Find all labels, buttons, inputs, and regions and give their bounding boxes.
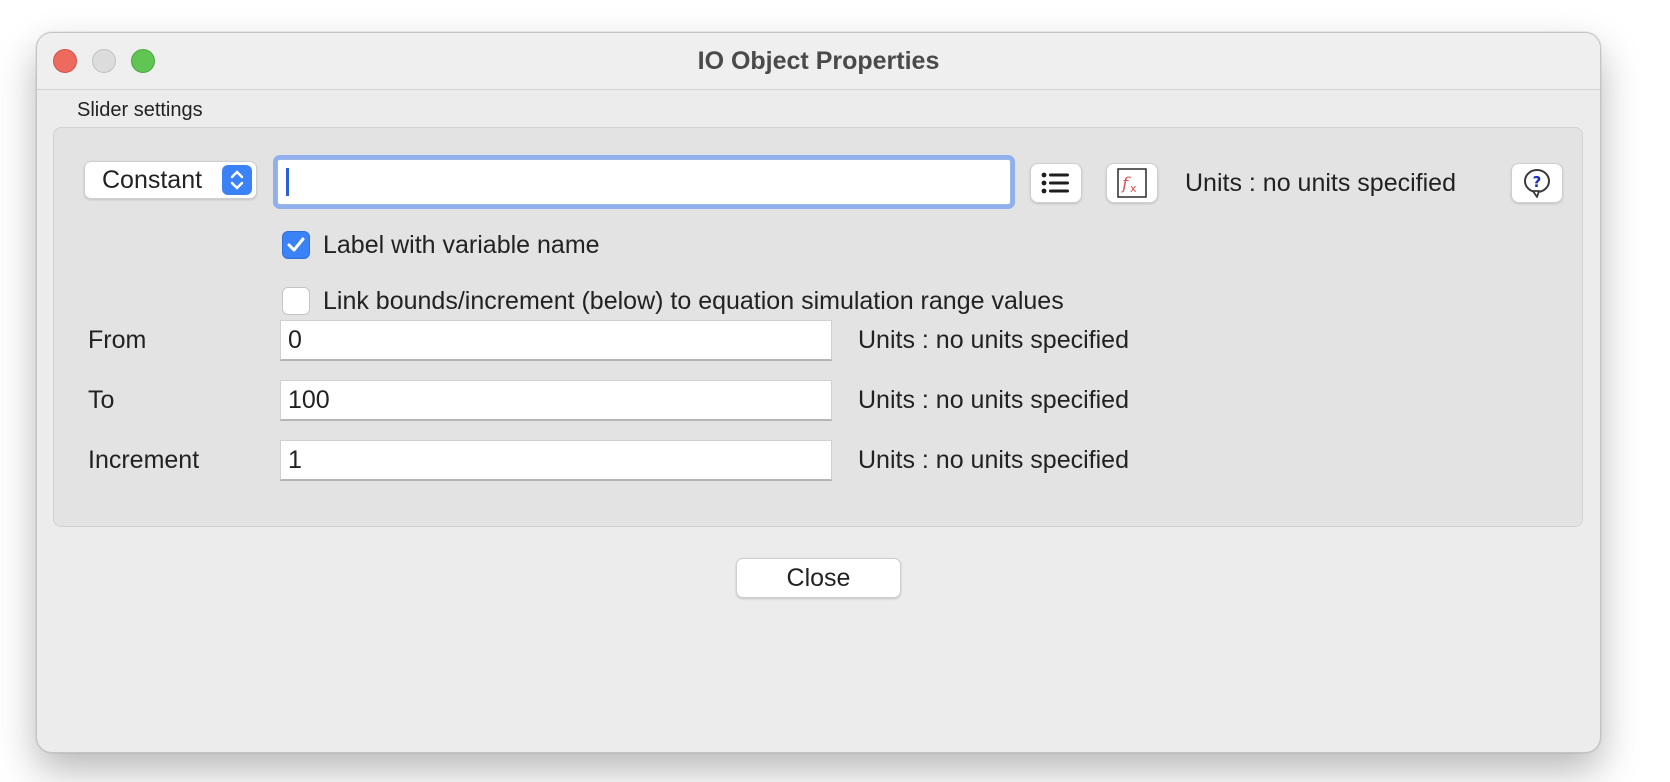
from-units-label: Units : no units specified bbox=[858, 326, 1129, 354]
variable-units-label: Units : no units specified bbox=[1185, 169, 1456, 197]
to-label: To bbox=[88, 386, 115, 414]
link-bounds-checkbox[interactable] bbox=[282, 287, 310, 315]
variable-list-button[interactable] bbox=[1030, 163, 1082, 203]
help-icon: ? bbox=[1524, 169, 1550, 198]
label-with-name-label: Label with variable name bbox=[323, 231, 600, 259]
from-label: From bbox=[88, 326, 147, 354]
svg-text:x: x bbox=[1130, 182, 1137, 195]
to-units-label: Units : no units specified bbox=[858, 386, 1129, 414]
properties-window: IO Object Properties Slider settings Con… bbox=[36, 32, 1601, 753]
variable-name-input[interactable] bbox=[277, 159, 1011, 205]
up-down-chevron-icon bbox=[222, 165, 252, 195]
to-input[interactable] bbox=[280, 380, 832, 421]
help-button[interactable]: ? bbox=[1511, 163, 1563, 203]
list-icon bbox=[1041, 172, 1069, 194]
increment-label: Increment bbox=[88, 446, 200, 474]
window-title: IO Object Properties bbox=[697, 47, 940, 75]
function-button[interactable]: f x bbox=[1106, 163, 1158, 203]
svg-text:?: ? bbox=[1533, 173, 1542, 191]
increment-units-label: Units : no units specified bbox=[858, 446, 1129, 474]
type-popup-label: Constant bbox=[102, 166, 203, 194]
fx-icon: f x bbox=[1117, 168, 1147, 198]
group-label: Slider settings bbox=[77, 99, 203, 121]
from-input[interactable] bbox=[280, 320, 832, 361]
link-bounds-label: Link bounds/increment (below) to equatio… bbox=[323, 287, 1064, 315]
increment-input[interactable] bbox=[280, 440, 832, 481]
text-caret bbox=[286, 168, 289, 196]
checkmark-icon bbox=[287, 237, 305, 252]
label-with-name-checkbox[interactable] bbox=[282, 231, 310, 259]
close-button[interactable]: Close bbox=[736, 558, 901, 598]
title-bar: IO Object Properties bbox=[37, 33, 1600, 90]
type-popup-button[interactable]: Constant bbox=[84, 161, 257, 199]
